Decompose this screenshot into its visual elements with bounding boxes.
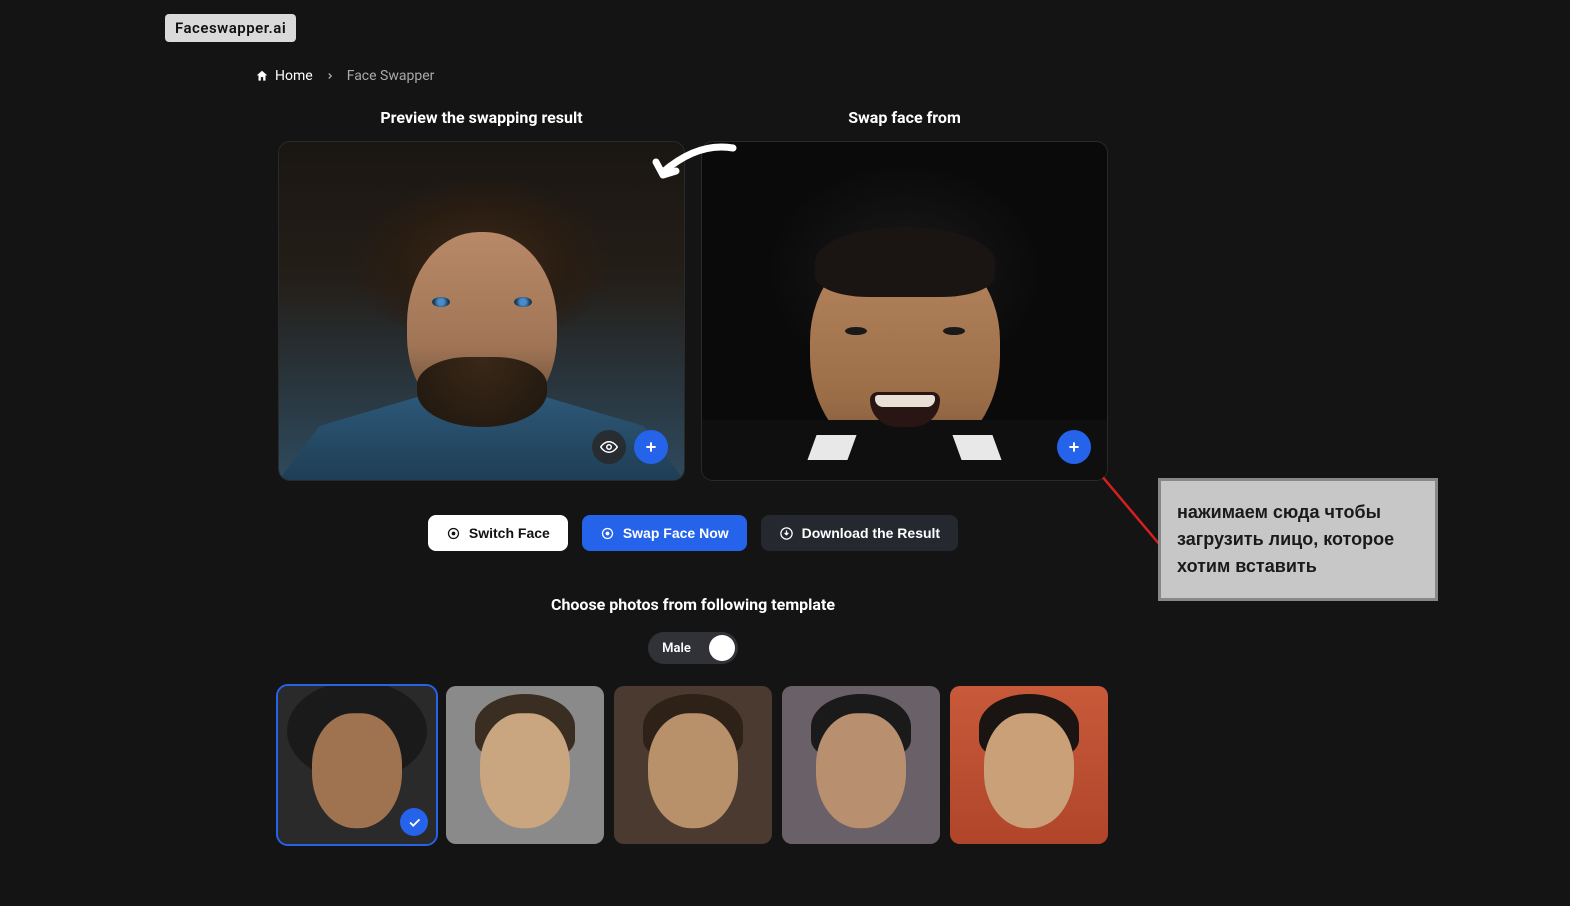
template-thumb-3[interactable] (614, 686, 772, 844)
download-result-label: Download the Result (802, 525, 940, 541)
switch-face-label: Switch Face (469, 525, 550, 541)
check-icon (407, 815, 422, 830)
template-thumb-1[interactable] (278, 686, 436, 844)
preview-add-button[interactable] (634, 430, 668, 464)
gender-toggle[interactable]: Male (648, 632, 738, 664)
swap-face-button[interactable]: Swap Face Now (582, 515, 747, 551)
selected-check-badge (400, 808, 428, 836)
source-add-button[interactable] (1057, 430, 1091, 464)
breadcrumb-home-label: Home (275, 68, 313, 84)
chevron-right-icon (325, 71, 335, 81)
breadcrumb-current: Face Swapper (347, 68, 435, 84)
home-icon (255, 69, 269, 83)
template-thumb-2[interactable] (446, 686, 604, 844)
preview-view-button[interactable] (592, 430, 626, 464)
target-icon (600, 526, 615, 541)
source-title: Swap face from (848, 108, 961, 127)
plus-icon (643, 439, 659, 455)
gender-toggle-label: Male (662, 641, 691, 656)
template-thumb-5[interactable] (950, 686, 1108, 844)
plus-icon (1066, 439, 1082, 455)
preview-image-card (278, 141, 685, 481)
templates-title: Choose photos from following template (278, 595, 1108, 614)
preview-face-image (279, 142, 684, 480)
source-face-image (702, 142, 1107, 480)
download-icon (779, 526, 794, 541)
eye-icon (600, 438, 618, 456)
toggle-knob (709, 635, 735, 661)
brand-logo[interactable]: Faceswapper.ai (165, 14, 296, 42)
swap-face-label: Swap Face Now (623, 525, 729, 541)
download-result-button[interactable]: Download the Result (761, 515, 958, 551)
annotation-box: нажимаем сюда чтобы загрузить лицо, кото… (1158, 478, 1438, 601)
source-image-card (701, 141, 1108, 481)
template-thumb-4[interactable] (782, 686, 940, 844)
breadcrumb: Home Face Swapper (255, 68, 434, 84)
target-icon (446, 526, 461, 541)
preview-title: Preview the swapping result (380, 108, 582, 127)
breadcrumb-home[interactable]: Home (255, 68, 313, 84)
switch-face-button[interactable]: Switch Face (428, 515, 568, 551)
